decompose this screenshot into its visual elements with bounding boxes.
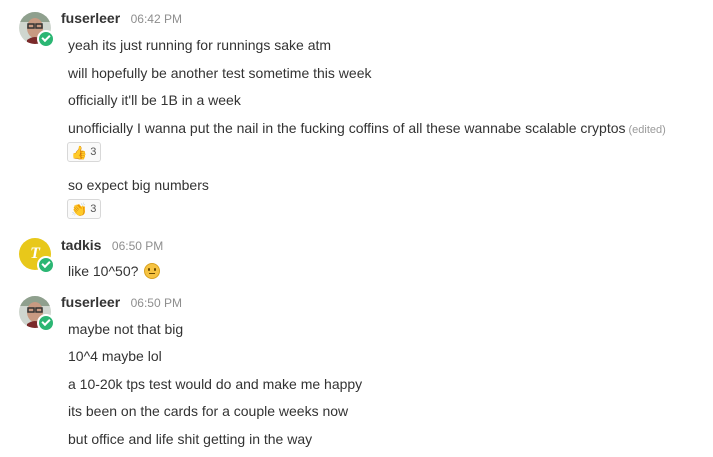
message-text: officially it'll be 1B in a week [68, 92, 241, 108]
online-status-icon [37, 314, 55, 332]
message-header: tadkis 06:50 PM [61, 237, 163, 255]
username[interactable]: tadkis [61, 237, 101, 253]
message-text: a 10-20k tps test would do and make me h… [68, 376, 363, 392]
message-header: fuserleer 06:42 PM [61, 10, 182, 28]
message-text: 10^4 maybe lol [68, 348, 162, 364]
slightly-smiling-face-icon [144, 263, 161, 279]
message-text: will hopefully be another test sometime … [68, 65, 372, 81]
avatar[interactable] [19, 12, 55, 48]
message-text: so expect big numbers [68, 177, 209, 193]
username[interactable]: fuserleer [61, 294, 120, 310]
timestamp[interactable]: 06:42 PM [131, 12, 182, 26]
message-text: like 10^50? [68, 262, 161, 280]
reaction-thumbs-up[interactable]: 👍 3 [67, 142, 102, 162]
reaction-count: 3 [90, 146, 97, 158]
message-header: fuserleer 06:50 PM [61, 294, 182, 312]
message-text: yeah its just running for runnings sake … [68, 37, 332, 53]
online-status-icon [37, 30, 55, 48]
timestamp[interactable]: 06:50 PM [112, 239, 163, 253]
avatar[interactable] [19, 296, 55, 332]
online-status-icon [37, 256, 55, 274]
username[interactable]: fuserleer [61, 10, 120, 26]
edited-label: (edited) [628, 124, 666, 136]
message-text: maybe not that big [68, 321, 184, 337]
reaction-count: 3 [90, 203, 97, 215]
thumbs-up-icon: 👍 [71, 144, 88, 160]
message-text: unofficially I wanna put the nail in the… [68, 119, 666, 139]
timestamp[interactable]: 06:50 PM [131, 296, 182, 310]
message-text-content: like 10^50? [68, 263, 139, 279]
avatar[interactable]: T [19, 238, 55, 274]
reaction-clapping-hands[interactable]: 👏 3 [67, 199, 102, 219]
message-text: but office and life shit getting in the … [68, 431, 313, 447]
clapping-hands-icon: 👏 [71, 201, 88, 217]
message-text: its been on the cards for a couple weeks… [68, 403, 349, 419]
message-text-content: unofficially I wanna put the nail in the… [68, 120, 626, 136]
